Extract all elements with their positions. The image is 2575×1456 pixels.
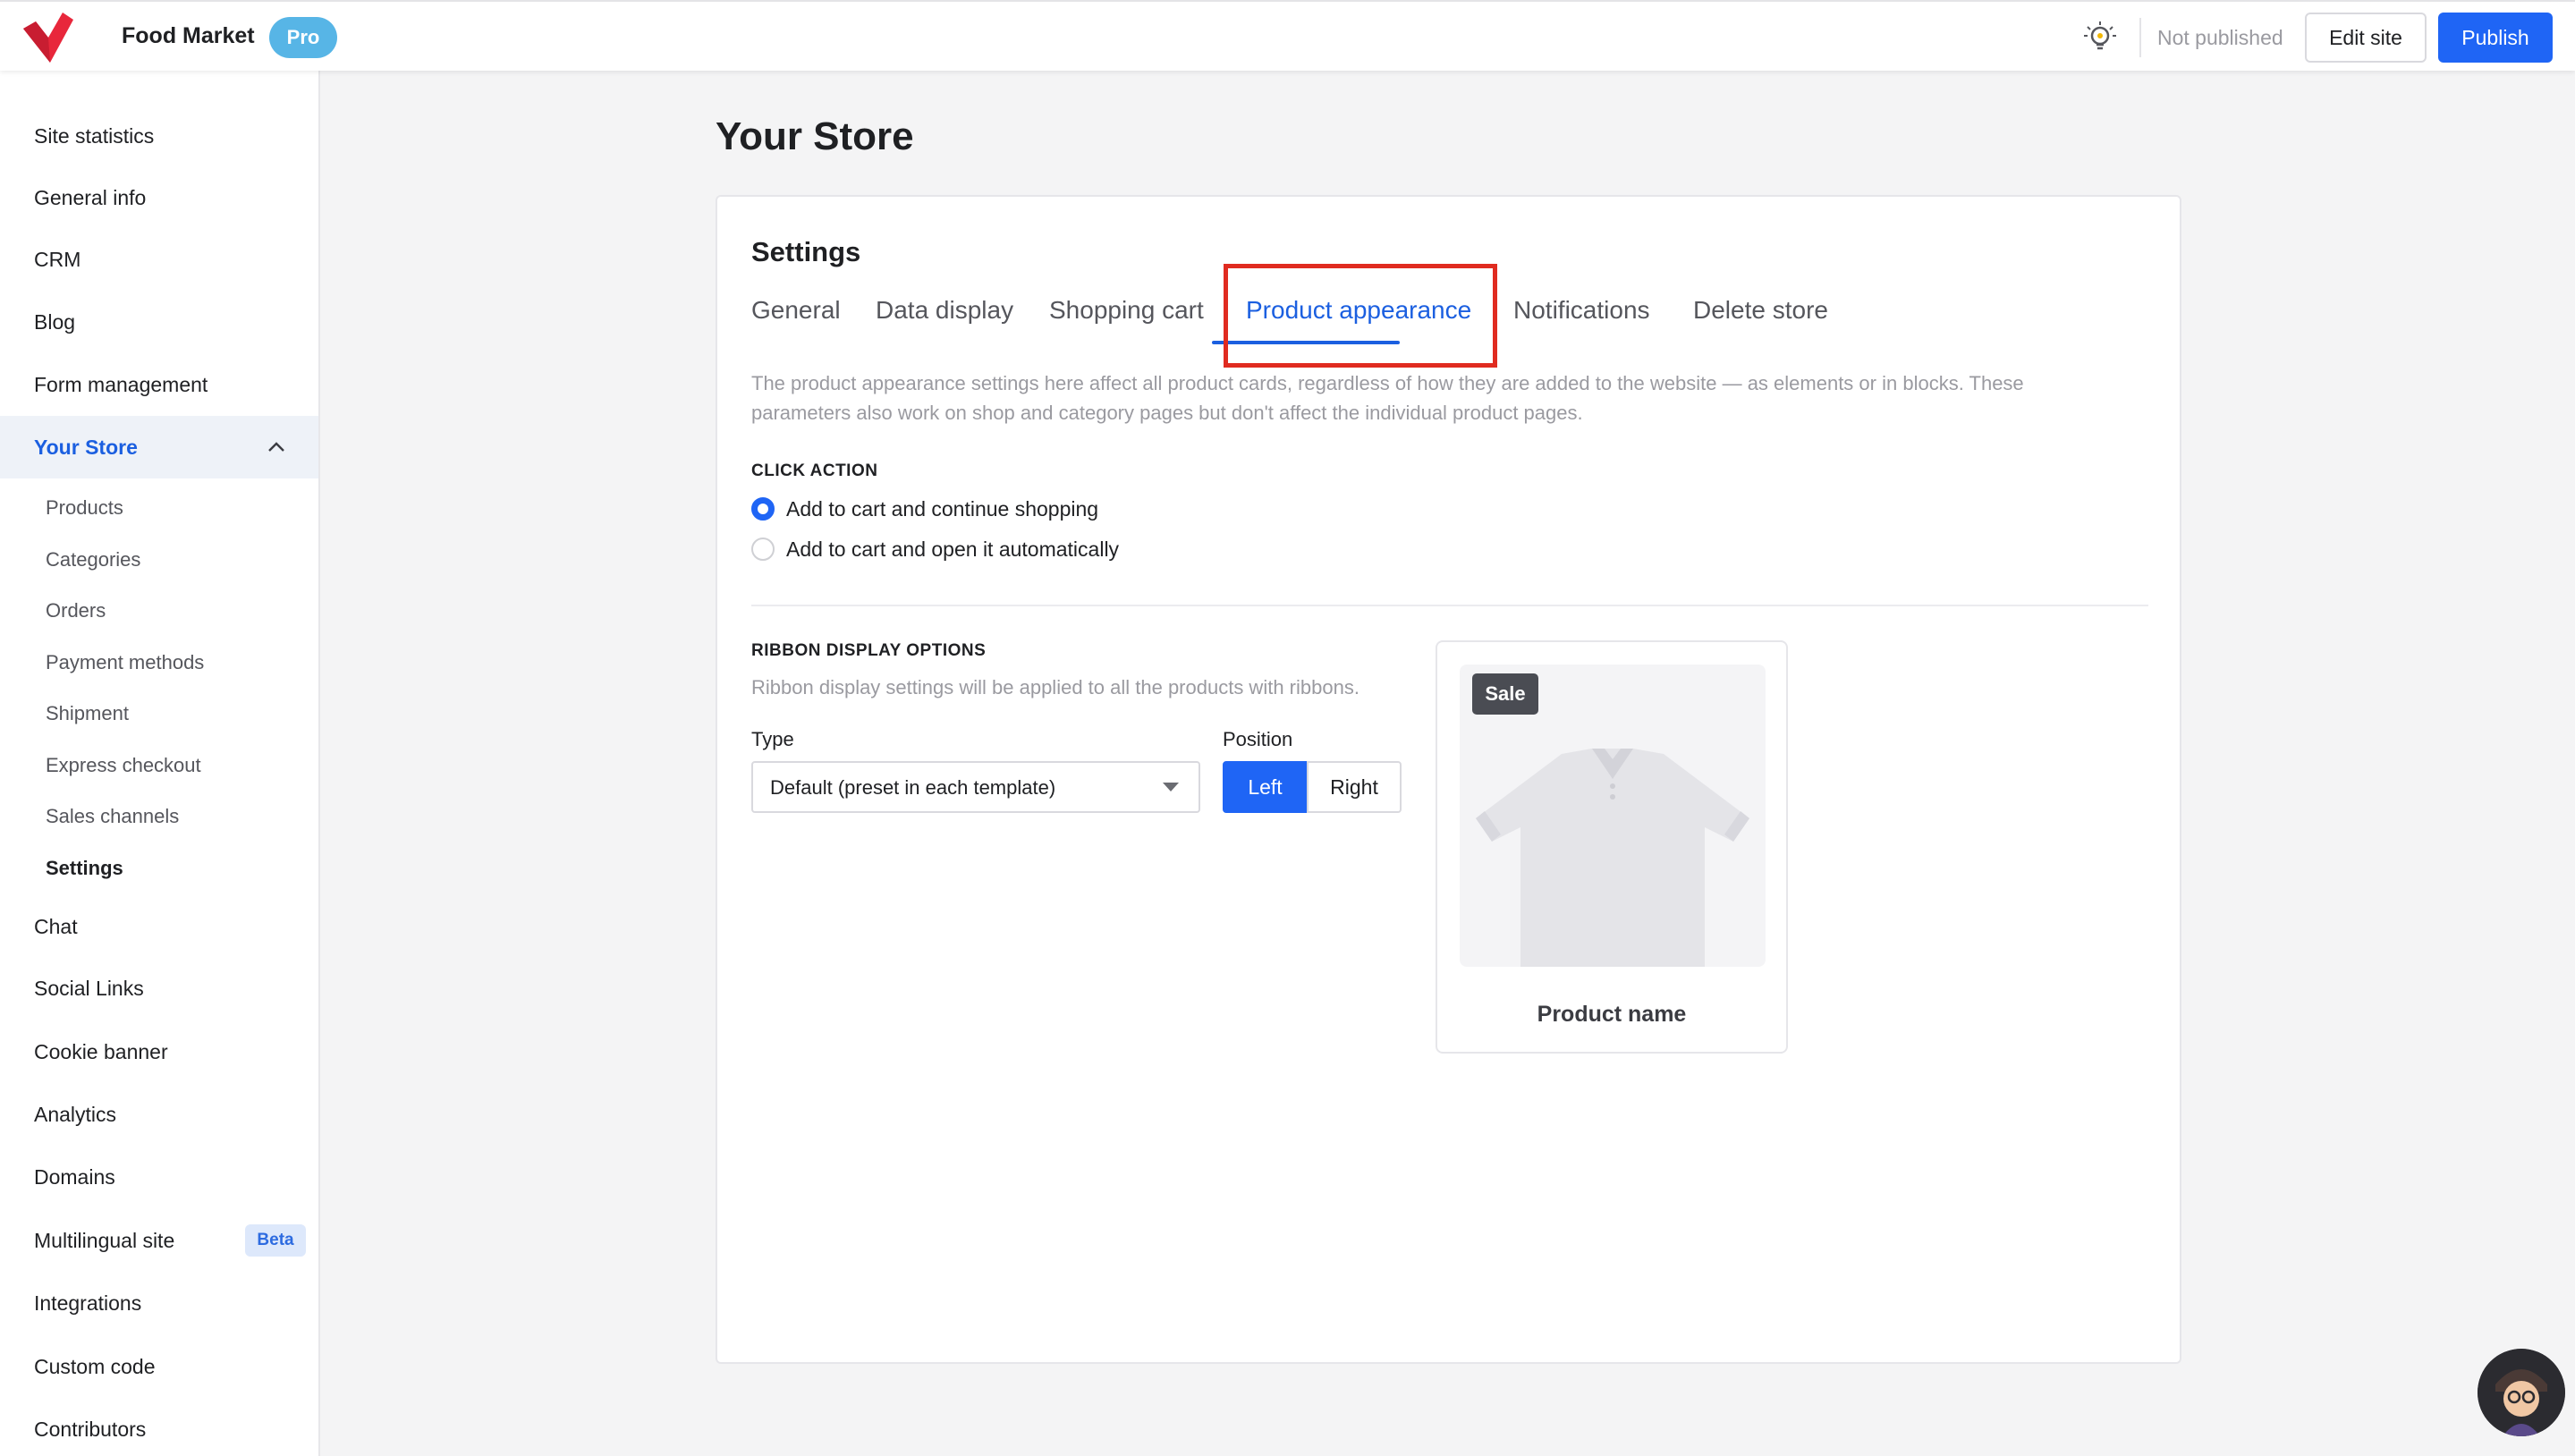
sidebar: Site statistics General info CRM Blog Fo… (0, 71, 320, 1456)
card-title: Settings (751, 236, 861, 267)
radio-label: Add to cart and open it automatically (786, 538, 1120, 561)
sidebar-item-analytics[interactable]: Analytics (0, 1083, 318, 1146)
product-image: Sale (1460, 665, 1766, 967)
sidebar-item-social-links[interactable]: Social Links (0, 957, 318, 1020)
sidebar-item-site-statistics[interactable]: Site statistics (0, 105, 318, 167)
sidebar-subitem-settings[interactable]: Settings (0, 843, 318, 893)
brand-logo-icon[interactable] (18, 7, 79, 66)
position-left-button[interactable]: Left (1223, 761, 1308, 813)
tab-notifications[interactable]: Notifications (1513, 296, 1650, 325)
publish-button[interactable]: Publish (2438, 13, 2553, 63)
plan-badge: Pro (269, 17, 337, 58)
avatar-icon (2478, 1349, 2565, 1436)
sidebar-item-label: Your Store (34, 436, 138, 459)
radio-button[interactable] (751, 538, 775, 561)
select-value: Default (preset in each template) (770, 776, 1056, 799)
ribbon-options-heading: RIBBON DISPLAY OPTIONS (751, 641, 987, 660)
topbar-divider (2139, 18, 2141, 57)
sidebar-item-multilingual-site[interactable]: Multilingual site Beta (0, 1209, 318, 1272)
product-card-preview: Sale Product name (1436, 640, 1788, 1054)
lightbulb-icon[interactable] (2080, 18, 2120, 57)
sidebar-item-integrations[interactable]: Integrations (0, 1272, 318, 1334)
position-label: Position (1223, 728, 1293, 750)
ribbon-type-select[interactable]: Default (preset in each template) (751, 761, 1200, 813)
sidebar-subitem-payment-methods[interactable]: Payment methods (0, 638, 318, 688)
dropdown-arrow-icon (1163, 783, 1179, 791)
shirt-icon (1476, 749, 1749, 967)
edit-site-button[interactable]: Edit site (2305, 13, 2427, 63)
publish-status: Not published (2157, 26, 2283, 49)
support-avatar[interactable] (2478, 1349, 2565, 1436)
radio-button-checked[interactable] (751, 497, 775, 521)
sidebar-subitem-express-checkout[interactable]: Express checkout (0, 741, 318, 791)
sidebar-subitem-categories[interactable]: Categories (0, 535, 318, 585)
highlight-annotation (1224, 264, 1497, 368)
sidebar-item-contributors[interactable]: Contributors (0, 1398, 318, 1456)
sidebar-item-your-store[interactable]: Your Store (0, 416, 318, 478)
tab-delete-store[interactable]: Delete store (1693, 296, 1828, 325)
sidebar-item-general-info[interactable]: General info (0, 166, 318, 229)
type-label: Type (751, 728, 794, 750)
sidebar-item-blog[interactable]: Blog (0, 291, 318, 353)
settings-card: Settings General Data display Shopping c… (716, 195, 2181, 1364)
position-right-button[interactable]: Right (1307, 761, 1402, 813)
ribbon-hint: Ribbon display settings will be applied … (751, 676, 1359, 698)
settings-description: The product appearance settings here aff… (751, 372, 2024, 424)
page-title: Your Store (716, 114, 914, 158)
product-name: Product name (1537, 1002, 1687, 1027)
click-action-heading: CLICK ACTION (751, 461, 878, 480)
sidebar-item-chat[interactable]: Chat (0, 895, 318, 958)
section-divider (751, 605, 2148, 606)
sidebar-item-label: Multilingual site (34, 1229, 175, 1252)
radio-label: Add to cart and continue shopping (786, 497, 1099, 521)
sidebar-subitem-sales-channels[interactable]: Sales channels (0, 791, 318, 842)
beta-badge: Beta (245, 1224, 306, 1257)
sidebar-subitem-products[interactable]: Products (0, 483, 318, 533)
sale-ribbon: Sale (1472, 673, 1538, 715)
sidebar-item-domains[interactable]: Domains (0, 1146, 318, 1208)
sidebar-item-custom-code[interactable]: Custom code (0, 1335, 318, 1398)
sidebar-item-crm[interactable]: CRM (0, 228, 318, 291)
chevron-up-icon[interactable] (267, 437, 286, 457)
tab-general[interactable]: General (751, 296, 841, 325)
sidebar-item-form-management[interactable]: Form management (0, 353, 318, 416)
tab-shopping-cart[interactable]: Shopping cart (1049, 296, 1204, 325)
sidebar-item-cookie-banner[interactable]: Cookie banner (0, 1020, 318, 1083)
tab-data-display[interactable]: Data display (876, 296, 1013, 325)
sidebar-subitem-orders[interactable]: Orders (0, 586, 318, 636)
top-bar: Food Market Pro Not published Edit site … (0, 0, 2575, 71)
sidebar-subitem-shipment[interactable]: Shipment (0, 689, 318, 739)
site-name: Food Market (122, 23, 255, 48)
